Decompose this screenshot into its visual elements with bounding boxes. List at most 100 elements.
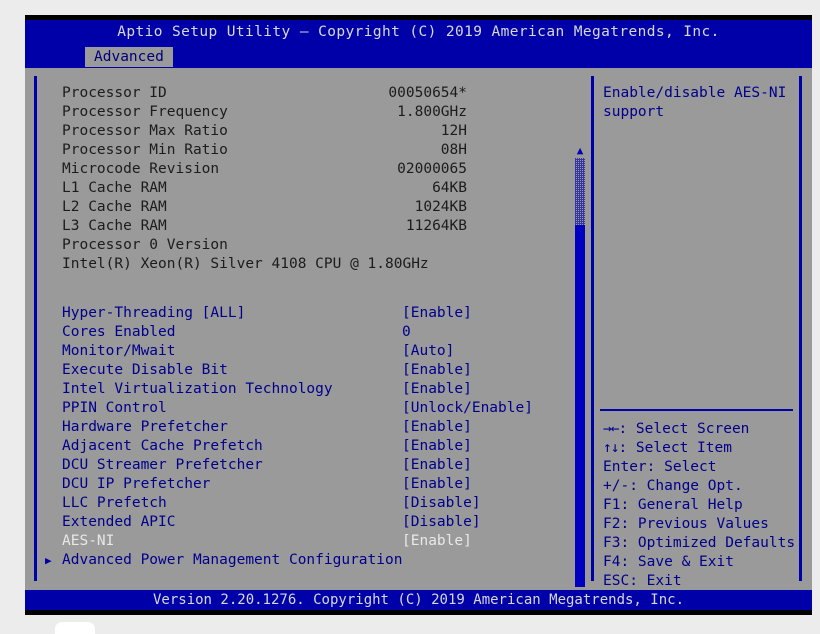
setting-label: Hardware Prefetcher [62,419,228,435]
key-legend-row: ↑↓: Select Item [603,439,801,458]
setting-value[interactable]: [Disable] [402,494,481,513]
help-divider [600,409,793,411]
key-legend-row: Enter: Select [603,458,801,477]
info-row-label: Processor Min Ratio [62,142,228,158]
key-legend-row: →←: Select Screen [603,420,801,439]
key-legend-row: F1: General Help [603,496,801,515]
key-legend-text: : Select Item [618,440,732,456]
page-title: Aptio Setup Utility – Copyright (C) 2019… [117,24,720,40]
setting-value[interactable]: [Enable] [402,380,472,399]
processor-version-row: Intel(R) Xeon(R) Silver 4108 CPU @ 1.80G… [37,255,554,274]
key-legend-text: F3: Optimized Defaults [603,535,796,551]
arrow-keys-icon: ↑↓ [603,440,620,456]
setting-value[interactable]: [Enable] [402,304,472,323]
settings-scrollbar[interactable]: ▲ ▼ [573,129,587,634]
bios-setup-window: Aptio Setup Utility – Copyright (C) 2019… [25,15,812,616]
setting-row[interactable]: Adjacent Cache Prefetch [Enable] [37,437,554,456]
setting-value[interactable]: [Enable] [402,361,472,380]
key-legend-text: F1: General Help [603,497,743,513]
info-row: L2 Cache RAM 1024KB [37,198,554,217]
setting-label: Cores Enabled [62,324,176,340]
setting-row[interactable]: DCU Streamer Prefetcher [Enable] [37,456,554,475]
info-row: Processor 0 Version [37,236,554,255]
setting-label: Extended APIC [62,514,176,530]
setting-row[interactable]: Extended APIC [Disable] [37,513,554,532]
info-row-value: 1024KB [414,199,467,215]
info-row-label: Microcode Revision [62,161,220,177]
scroll-up-arrow-icon[interactable]: ▲ [574,145,586,157]
info-row-value: 00050654* [388,85,467,101]
info-row-value: 1.800GHz [397,104,467,120]
setting-row[interactable]: Monitor/Mwait [Auto] [37,342,554,361]
setting-row[interactable]: Intel Virtualization Technology [Enable] [37,380,554,399]
setting-row[interactable]: LLC Prefetch [Disable] [37,494,554,513]
setting-label: PPIN Control [62,400,167,416]
key-legend-row: F4: Save & Exit [603,553,801,572]
setting-label: DCU Streamer Prefetcher [62,457,263,473]
key-legend-text: F2: Previous Values [603,516,769,532]
setting-label: Adjacent Cache Prefetch [62,438,263,454]
setting-label: AES-NI [62,533,115,549]
info-row: L1 Cache RAM 64KB [37,179,554,198]
info-row: Processor Min Ratio 08H [37,141,554,160]
tab-advanced[interactable]: Advanced [85,47,173,67]
footer-bar: Version 2.20.1276. Copyright (C) 2019 Am… [25,590,812,610]
info-row-label: Processor Frequency [62,104,228,120]
info-row-label: Processor ID [62,85,167,101]
menu-bar: Advanced [25,45,812,68]
settings-panel: Processor ID 00050654* Processor Frequency… [34,76,554,581]
version-text: Version 2.20.1276. Copyright (C) 2019 Am… [152,592,684,608]
info-row-value: 02000065 [397,161,467,177]
info-row: L3 Cache RAM 11264KB [37,217,554,236]
setting-label: Monitor/Mwait [62,343,176,359]
body-area: Processor ID 00050654* Processor Frequency… [25,68,812,616]
arrow-keys-icon: →← [603,421,620,437]
setting-label: Advanced Power Management Configuration [62,552,403,568]
setting-row[interactable]: Hardware Prefetcher [Enable] [37,418,554,437]
help-panel: Enable/disable AES-NI support →←: Select… [591,76,802,589]
title-bar: Aptio Setup Utility – Copyright (C) 2019… [25,20,812,45]
setting-value[interactable]: [Enable] [402,475,472,494]
processor-info-list: Processor ID 00050654* Processor Frequency… [37,84,554,274]
help-description: Enable/disable AES-NI support [603,85,787,120]
info-row-value: 11264KB [405,218,467,234]
info-row: Microcode Revision 02000065 [37,160,554,179]
submenu-item[interactable]: ▶ Advanced Power Management Configuration [37,551,554,570]
window-bottom-edge [25,610,812,615]
setting-value[interactable]: [Disable] [402,513,481,532]
setting-value[interactable]: [Unlock/Enable] [402,399,533,418]
info-row-value: 08H [440,142,467,158]
setting-row[interactable]: Cores Enabled 0 [37,323,554,342]
setting-row[interactable]: AES-NI [Enable] [37,532,554,551]
info-row-label: Processor Max Ratio [62,123,228,139]
setting-value[interactable]: [Enable] [402,532,472,551]
setting-value[interactable]: [Enable] [402,437,472,456]
setting-row[interactable]: PPIN Control [Unlock/Enable] [37,399,554,418]
setting-row[interactable]: Execute Disable Bit [Enable] [37,361,554,380]
key-legend-row: F3: Optimized Defaults [603,534,801,553]
processor-version-text: Intel(R) Xeon(R) Silver 4108 CPU @ 1.80G… [62,256,429,272]
info-row: Processor Frequency 1.800GHz [37,103,554,122]
key-legend-row: +/-: Change Opt. [603,477,801,496]
setting-value[interactable]: [Enable] [402,456,472,475]
setting-row[interactable]: Hyper-Threading [ALL] [Enable] [37,304,554,323]
setting-value[interactable]: [Enable] [402,418,472,437]
setting-value[interactable]: [Auto] [402,342,454,361]
key-legend-text: Enter: Select [603,459,717,475]
info-row-value: 64KB [432,180,467,196]
info-row: Processor Max Ratio 12H [37,122,554,141]
key-legend-row: F2: Previous Values [603,515,801,534]
setting-label: Intel Virtualization Technology [62,381,333,397]
setting-value[interactable]: 0 [402,323,411,342]
key-legend-text: : Select Screen [618,421,750,437]
key-legend-text: +/-: Change Opt. [603,478,743,494]
setting-row[interactable]: DCU IP Prefetcher [Enable] [37,475,554,494]
key-legend-text: F4: Save & Exit [603,554,734,570]
info-row-label: L2 Cache RAM [62,199,167,215]
scrollbar-thumb[interactable] [575,225,585,607]
submenu-arrow-icon: ▶ [45,554,52,567]
info-row-label: Processor 0 Version [62,237,228,253]
desktop-artifact [55,622,95,634]
info-row-label: L3 Cache RAM [62,218,167,234]
info-row-value: 12H [440,123,467,139]
